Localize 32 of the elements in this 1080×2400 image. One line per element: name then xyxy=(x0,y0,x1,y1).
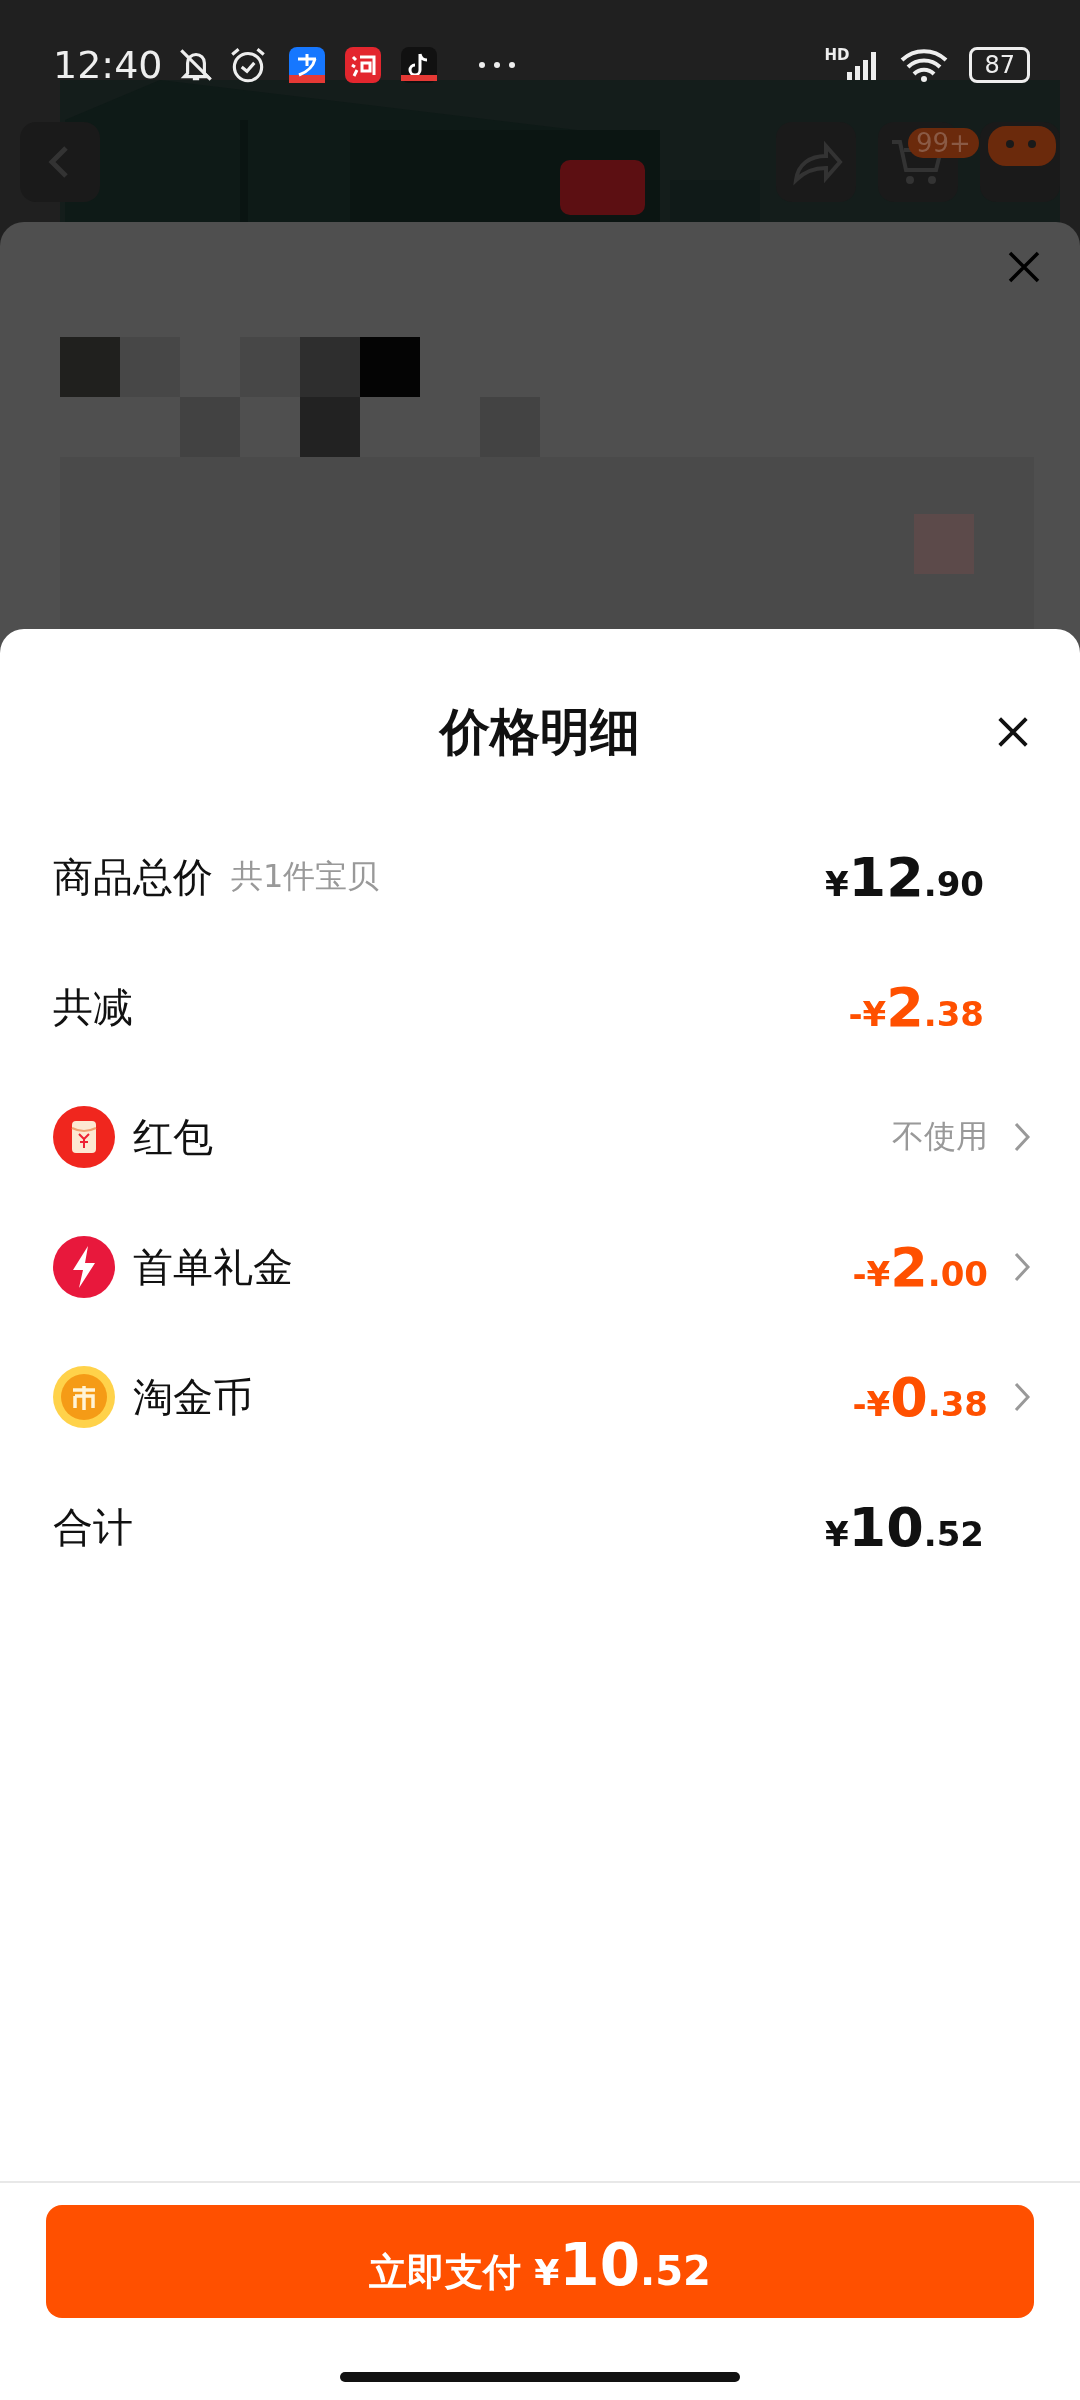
chevron-icon[interactable] xyxy=(1012,1380,1032,1414)
more-icon xyxy=(476,60,517,70)
back-icon[interactable] xyxy=(20,122,100,202)
chevron-icon[interactable] xyxy=(1012,1120,1032,1154)
coin-icon xyxy=(53,1366,115,1428)
price-amount: ¥10.52 xyxy=(824,1495,984,1559)
message-icon[interactable] xyxy=(980,122,1060,202)
network-label: HD xyxy=(824,46,850,64)
row-label: 淘金币 xyxy=(133,1372,253,1422)
price-amount: -¥0.38 xyxy=(852,1365,988,1429)
row-label: 红包 xyxy=(133,1112,213,1162)
status-text: 不使用 xyxy=(892,1116,988,1157)
battery-level: 87 xyxy=(969,47,1030,83)
cart-count-badge: 99+ xyxy=(908,128,979,158)
row-label: 合计 xyxy=(53,1502,133,1552)
envelope-icon xyxy=(53,1106,115,1168)
shopping-app-icon xyxy=(344,47,381,83)
chevron-icon[interactable] xyxy=(1012,1250,1032,1284)
price-amount: -¥2.00 xyxy=(852,1235,988,1299)
lightning-icon xyxy=(53,1236,115,1298)
status-time: 12:40 xyxy=(53,43,163,87)
price-amount: -¥2.38 xyxy=(848,975,984,1039)
item-count: 共1件宝贝 xyxy=(231,856,380,897)
price-amount: ¥12.90 xyxy=(824,845,984,909)
pay-button[interactable]: 立即支付 ¥10.52 xyxy=(46,2205,1034,2318)
payment-app-icon xyxy=(288,47,325,83)
wifi-icon xyxy=(899,47,950,83)
sheet-title: 价格明细 xyxy=(440,702,640,763)
row-label: 首单礼金 xyxy=(133,1242,293,1292)
row-label: 商品总价 xyxy=(53,852,213,902)
music-note-app-icon xyxy=(400,47,437,83)
row-label: 共减 xyxy=(53,982,133,1032)
